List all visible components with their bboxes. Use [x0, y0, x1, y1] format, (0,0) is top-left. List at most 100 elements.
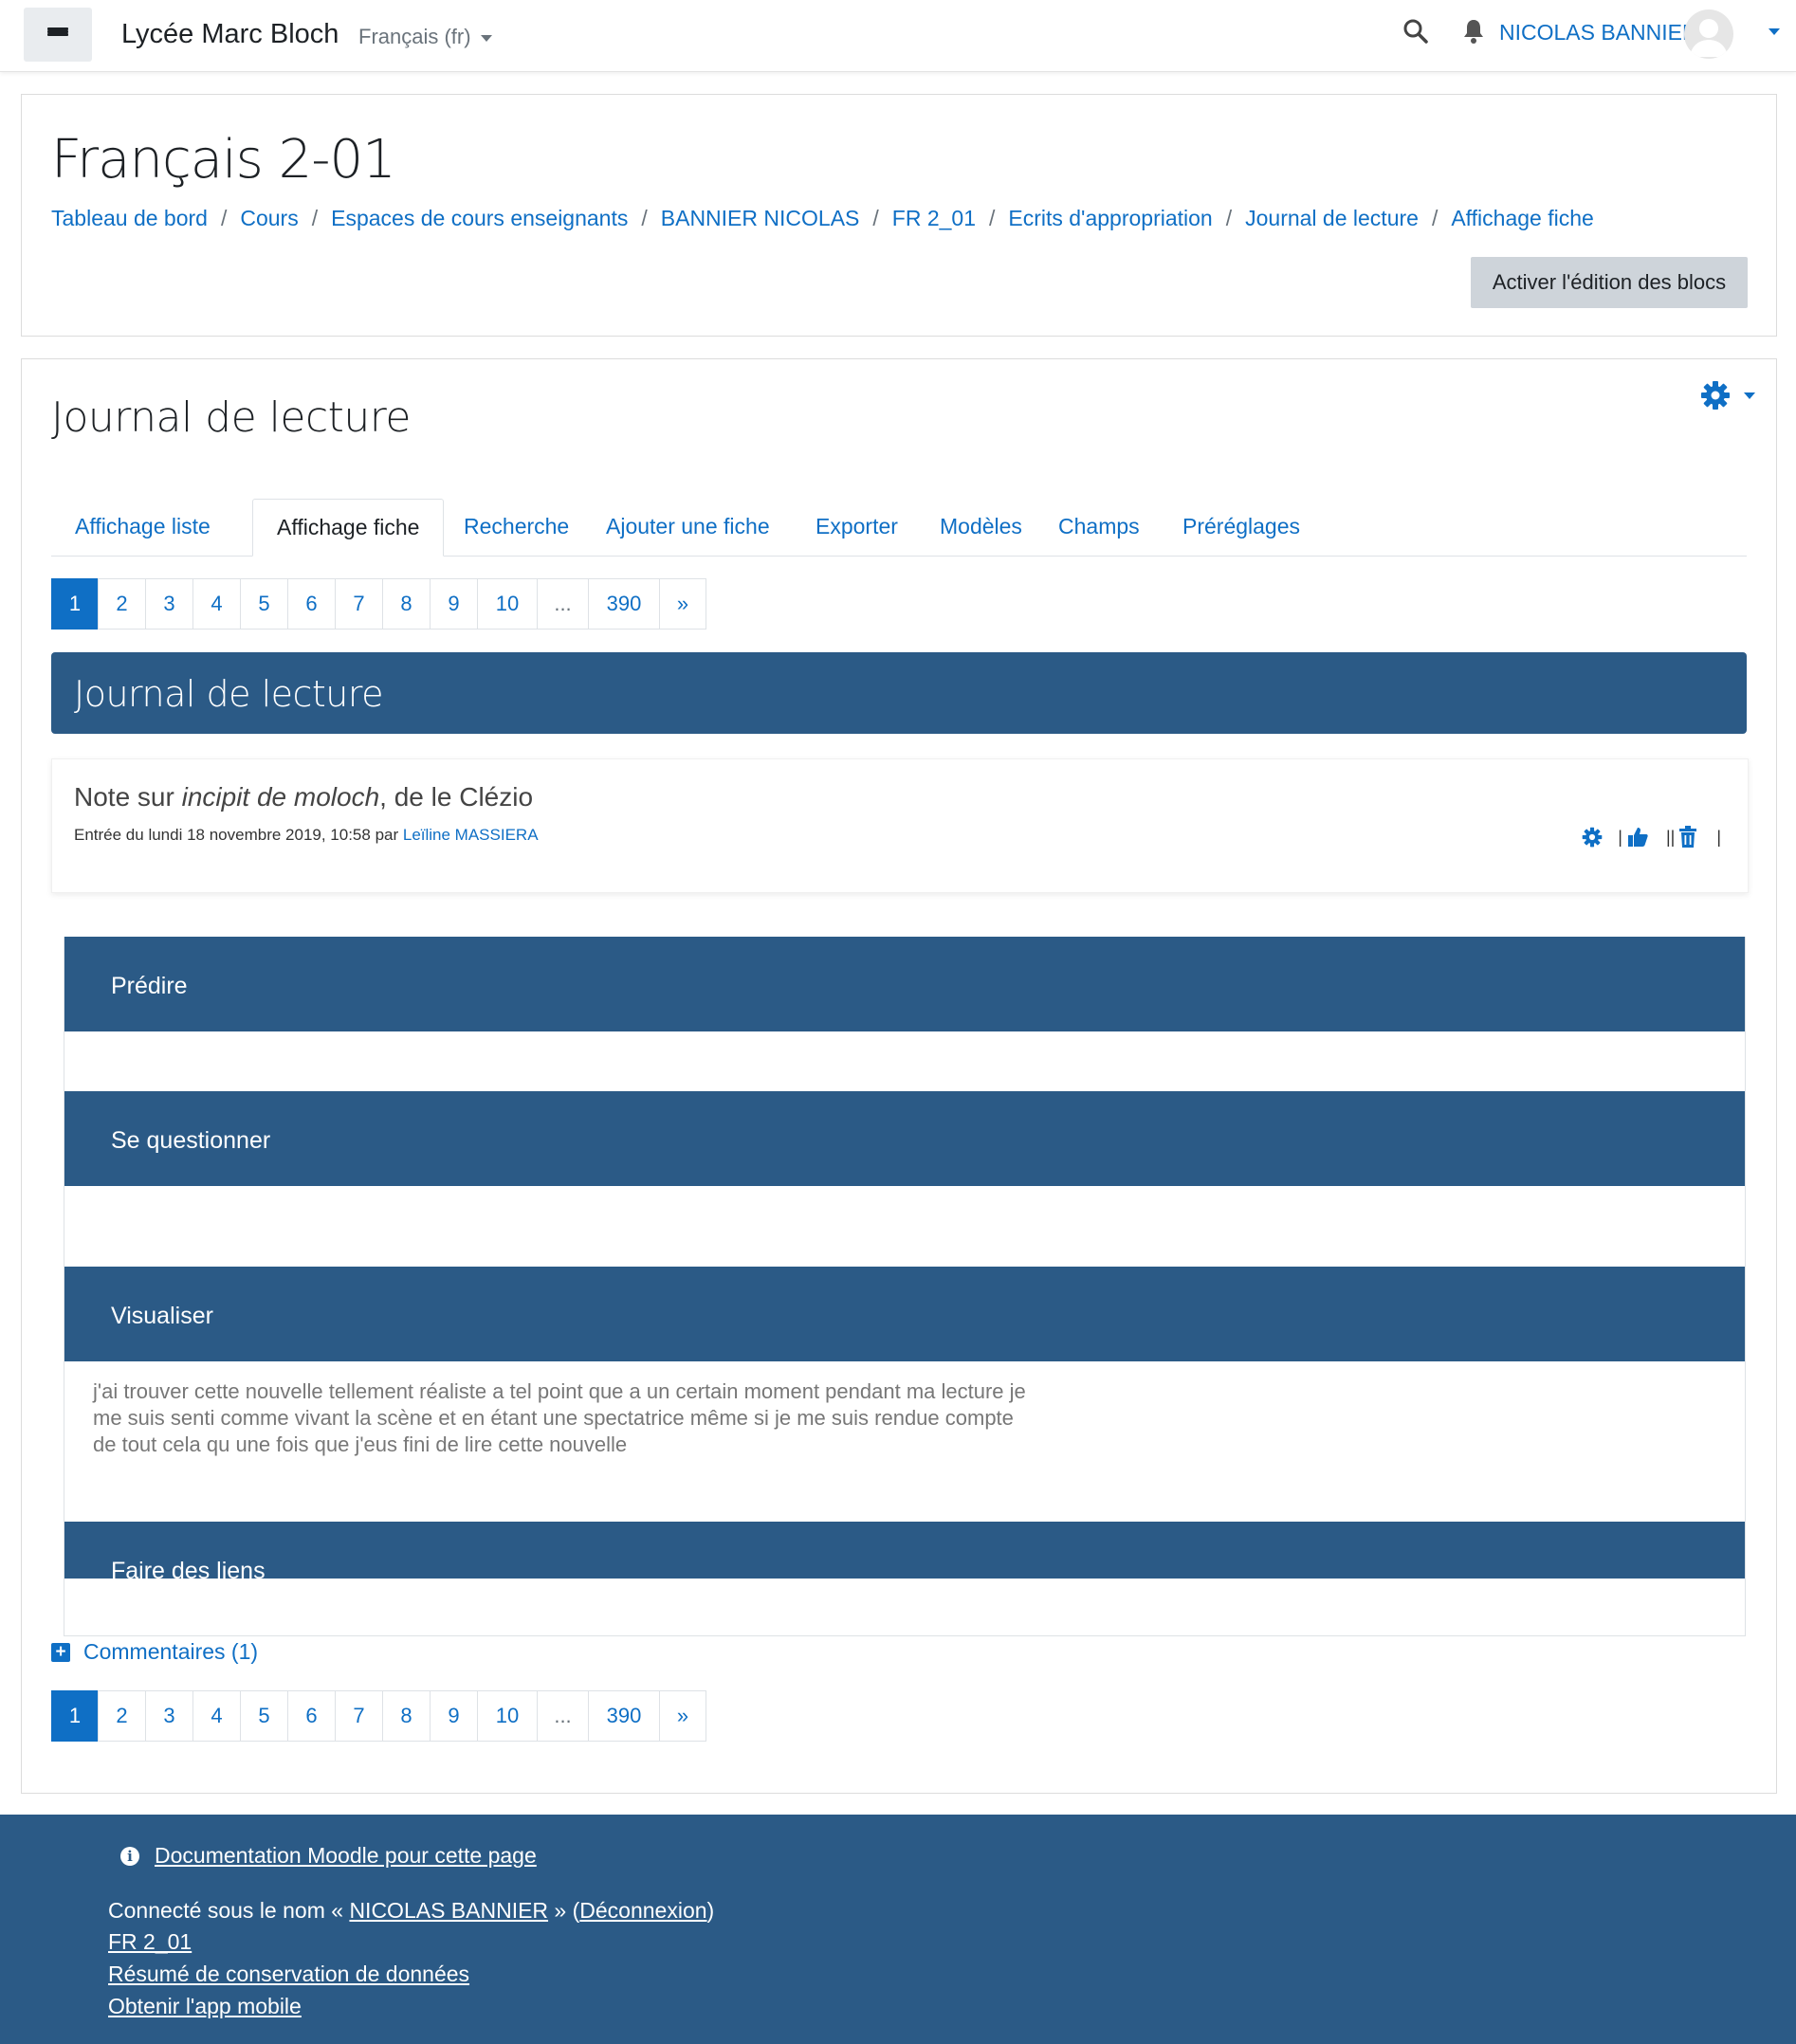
- activity-title: Journal de lecture: [51, 393, 411, 442]
- info-icon: i: [120, 1846, 139, 1866]
- entry-author-link[interactable]: Leïline MASSIERA: [403, 826, 539, 844]
- tab-champs[interactable]: Champs: [1035, 499, 1164, 555]
- breadcrumb-item[interactable]: Espaces de cours enseignants: [331, 206, 628, 230]
- field-header-predire: Prédire: [64, 937, 1745, 1031]
- entry-title-prefix: Note sur: [74, 782, 182, 812]
- tab-affichage-liste[interactable]: Affichage liste: [51, 499, 234, 555]
- page-link[interactable]: 1: [51, 578, 99, 630]
- tab-modeles[interactable]: Modèles: [916, 499, 1046, 555]
- tab-recherche[interactable]: Recherche: [440, 499, 593, 555]
- logged-in-prefix: Connecté sous le nom «: [108, 1898, 350, 1923]
- mobile-app-link[interactable]: Obtenir l'app mobile: [108, 1994, 302, 2018]
- page-title: Français 2-01: [51, 129, 396, 191]
- field-header-visualiser: Visualiser: [64, 1267, 1745, 1361]
- page-link[interactable]: 10: [477, 1690, 538, 1742]
- tab-ajouter-fiche[interactable]: Ajouter une fiche: [582, 499, 794, 555]
- page-link[interactable]: 5: [240, 578, 288, 630]
- action-separator: ||: [1665, 827, 1676, 847]
- action-separator: |: [1618, 827, 1622, 847]
- page-link[interactable]: 8: [382, 1690, 431, 1742]
- page-link[interactable]: 7: [335, 1690, 383, 1742]
- breadcrumb-item[interactable]: FR 2_01: [892, 206, 976, 230]
- page-link[interactable]: 4: [192, 578, 241, 630]
- page-link[interactable]: 7: [335, 578, 383, 630]
- page-link[interactable]: 3: [145, 1690, 193, 1742]
- breadcrumb-item[interactable]: Affichage fiche: [1451, 206, 1593, 230]
- template-banner: Journal de lecture: [51, 652, 1747, 734]
- page-link[interactable]: 8: [382, 578, 431, 630]
- field-heading: Se questionner: [111, 1127, 271, 1154]
- activity-settings-menu[interactable]: [1700, 380, 1755, 411]
- page-link[interactable]: 2: [98, 1690, 146, 1742]
- comments-toggle[interactable]: + Commentaires (1): [51, 1639, 258, 1665]
- page-link[interactable]: 9: [430, 578, 478, 630]
- profile-link[interactable]: NICOLAS BANNIER: [349, 1898, 548, 1923]
- avatar[interactable]: [1684, 9, 1733, 59]
- activity-tabs: Affichage liste Affichage fiche Recherch…: [51, 499, 1747, 557]
- page-footer: i Documentation Moodle pour cette page C…: [0, 1815, 1796, 2044]
- tab-affichage-fiche[interactable]: Affichage fiche: [252, 499, 445, 557]
- page-link[interactable]: 390: [588, 1690, 660, 1742]
- moodle-docs-link[interactable]: Documentation Moodle pour cette page: [155, 1843, 537, 1869]
- edit-blocks-button[interactable]: Activer l'édition des blocs: [1471, 257, 1748, 308]
- pagination-top: 1 2 3 4 5 6 7 8 9 10 ... 390 »: [51, 578, 706, 630]
- course-home-link[interactable]: FR 2_01: [108, 1929, 192, 1954]
- trash-icon[interactable]: [1678, 826, 1697, 849]
- breadcrumb-item[interactable]: Cours: [240, 206, 298, 230]
- drawer-toggle-button[interactable]: [24, 8, 92, 62]
- page-link[interactable]: 9: [430, 1690, 478, 1742]
- tab-exporter[interactable]: Exporter: [792, 499, 922, 555]
- logged-in-mid: » (: [548, 1898, 580, 1923]
- breadcrumb-item[interactable]: BANNIER NICOLAS: [661, 206, 860, 230]
- site-name[interactable]: Lycée Marc Bloch: [121, 19, 339, 50]
- user-menu-chevron-icon[interactable]: [1769, 28, 1780, 35]
- page-link[interactable]: 6: [287, 578, 336, 630]
- edit-gear-icon[interactable]: [1582, 827, 1603, 848]
- user-menu-name[interactable]: NICOLAS BANNIER: [1499, 20, 1698, 46]
- footer-app-row: Obtenir l'app mobile: [108, 1994, 302, 2019]
- gear-icon: [1701, 381, 1730, 410]
- bell-icon[interactable]: [1460, 17, 1487, 46]
- language-label: Français (fr): [358, 25, 471, 48]
- tab-prereglages[interactable]: Préréglages: [1159, 499, 1324, 555]
- field-heading: Visualiser: [111, 1303, 213, 1329]
- page-link[interactable]: 2: [98, 578, 146, 630]
- page-link[interactable]: 5: [240, 1690, 288, 1742]
- footer-doc-row: i Documentation Moodle pour cette page: [120, 1843, 537, 1869]
- chevron-down-icon: [1744, 392, 1755, 399]
- breadcrumb-item[interactable]: Tableau de bord: [51, 206, 208, 230]
- page-link[interactable]: 6: [287, 1690, 336, 1742]
- field-heading: Prédire: [111, 973, 188, 999]
- field-header-faire-des-liens: Faire des liens: [64, 1522, 1745, 1579]
- breadcrumb-separator: /: [220, 206, 228, 230]
- thumbs-up-icon[interactable]: [1626, 826, 1649, 849]
- page-link[interactable]: 1: [51, 1690, 99, 1742]
- entry-header: Note sur incipit de moloch, de le Clézio…: [51, 758, 1749, 893]
- page-link[interactable]: 3: [145, 578, 193, 630]
- plus-square-icon: +: [51, 1642, 70, 1662]
- logout-link[interactable]: Déconnexion: [579, 1898, 706, 1923]
- entry-fields: Prédire Se questionner Visualiser j'ai t…: [64, 937, 1746, 1636]
- user-icon: [1690, 19, 1728, 57]
- field-header-se-questionner: Se questionner: [64, 1091, 1745, 1186]
- page-link[interactable]: 10: [477, 578, 538, 630]
- footer-course-row: FR 2_01: [108, 1929, 192, 1955]
- page-header: Français 2-01 Tableau de bord / Cours / Espa…: [21, 94, 1777, 337]
- field-heading: Faire des liens: [111, 1558, 266, 1579]
- search-icon[interactable]: [1402, 17, 1430, 46]
- template-banner-title: Journal de lecture: [74, 673, 384, 715]
- data-retention-link[interactable]: Résumé de conservation de données: [108, 1962, 469, 1986]
- breadcrumb-item[interactable]: Journal de lecture: [1245, 206, 1419, 230]
- logged-in-info: Connecté sous le nom « NICOLAS BANNIER »…: [108, 1898, 714, 1924]
- breadcrumb-item[interactable]: Ecrits d'appropriation: [1008, 206, 1212, 230]
- top-navbar: Lycée Marc Bloch Français (fr) NICOLAS B…: [0, 0, 1796, 72]
- page-link[interactable]: 390: [588, 578, 660, 630]
- language-menu[interactable]: Français (fr): [358, 25, 492, 49]
- hamburger-icon: [47, 27, 68, 43]
- entry-title: Note sur incipit de moloch, de le Clézio: [74, 782, 533, 812]
- next-page-link[interactable]: »: [659, 578, 706, 630]
- page-link[interactable]: 4: [192, 1690, 241, 1742]
- breadcrumb-separator: /: [1431, 206, 1439, 230]
- field-body-visualiser: j'ai trouver cette nouvelle tellement ré…: [93, 1379, 1026, 1456]
- next-page-link[interactable]: »: [659, 1690, 706, 1742]
